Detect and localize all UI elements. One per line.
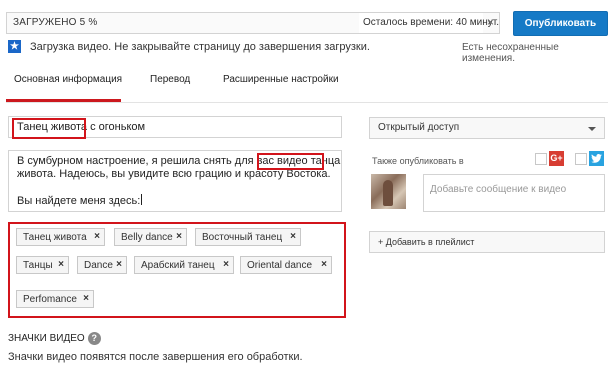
thumbnails-message: Значки видео появятся после завершения е…: [8, 351, 303, 363]
remove-tag-icon[interactable]: ×: [94, 231, 100, 242]
remove-tag-icon[interactable]: ×: [290, 231, 296, 242]
tag-label: Perfomance: [23, 294, 77, 305]
tag-label: Belly dance: [121, 232, 173, 243]
upload-notice: ★ Загрузка видео. Не закрывайте страницу…: [8, 40, 370, 53]
remove-tag-icon[interactable]: ×: [116, 259, 122, 270]
tag-label: Oriental dance: [247, 260, 313, 271]
description-highlight-box: [257, 153, 324, 170]
google-plus-icon: G+: [549, 151, 564, 166]
tab-basic-info[interactable]: Основная информация: [14, 74, 122, 85]
thumbnails-title: ЗНАЧКИ ВИДЕО: [8, 333, 85, 344]
tag-item: Арабский танец ×: [134, 256, 234, 274]
add-to-playlist-button[interactable]: + Добавить в плейлист: [369, 231, 605, 253]
remove-tag-icon[interactable]: ×: [83, 293, 89, 304]
star-icon: ★: [8, 40, 21, 53]
gplus-checkbox[interactable]: [535, 153, 547, 165]
chevron-down-icon: [588, 127, 596, 131]
tag-label: Танец живота: [23, 232, 87, 243]
avatar: [371, 174, 406, 209]
tag-item: Oriental dance ×: [240, 256, 332, 274]
unsaved-changes-text: Есть несохраненные изменения.: [462, 42, 559, 64]
remove-tag-icon[interactable]: ×: [58, 259, 64, 270]
title-highlight-box: [12, 118, 86, 139]
tabs-divider: [6, 102, 608, 103]
tag-item: Dance ×: [77, 256, 127, 274]
tags-field[interactable]: Танец живота × Belly dance × Восточный тан…: [8, 222, 346, 318]
tag-item: Восточный танец ×: [195, 228, 301, 246]
tag-item: Танец живота ×: [16, 228, 105, 246]
tab-advanced-settings[interactable]: Расширенные настройки: [223, 74, 339, 85]
tag-item: Perfomance ×: [16, 290, 94, 308]
tag-label: Арабский танец: [141, 260, 215, 271]
tag-label: Восточный танец: [202, 232, 283, 243]
tag-label: Танцы: [23, 260, 53, 271]
share-label: Также опубликовать в: [372, 156, 464, 166]
tab-translation[interactable]: Перевод: [150, 74, 190, 85]
help-icon[interactable]: ?: [87, 332, 101, 345]
upload-status: ЗАГРУЖЕНО 5 %: [13, 17, 98, 28]
remove-tag-icon[interactable]: ×: [321, 259, 327, 270]
time-remaining: Осталось времени: 40 минут.: [359, 13, 499, 33]
description-line1: В сумбурном настроение, я решила снять д…: [17, 155, 278, 167]
upload-progress-bar: ЗАГРУЖЕНО 5 % Осталось времени: 40 минут…: [6, 12, 500, 34]
text-caret: [141, 194, 143, 205]
tag-label: Dance: [84, 260, 113, 271]
tag-item: Танцы ×: [16, 256, 69, 274]
privacy-select[interactable]: Открытый доступ: [369, 117, 605, 139]
close-icon[interactable]: ×: [487, 15, 494, 29]
thumbnails-heading: ЗНАЧКИ ВИДЕО ?: [8, 332, 101, 345]
remove-tag-icon[interactable]: ×: [223, 259, 229, 270]
privacy-selected-value: Открытый доступ: [378, 122, 460, 133]
remove-tag-icon[interactable]: ×: [176, 231, 182, 242]
twitter-icon: [589, 151, 604, 166]
title-rest-text: с огоньком: [87, 121, 146, 133]
twitter-checkbox[interactable]: [575, 153, 587, 165]
upload-notice-text: Загрузка видео. Не закрывайте страницу д…: [30, 40, 370, 53]
share-message-input[interactable]: Добавьте сообщение к видео: [423, 174, 605, 212]
description-line3: Вы найдете меня здесь:: [17, 195, 141, 207]
publish-button[interactable]: Опубликовать: [513, 11, 608, 36]
tag-item: Belly dance ×: [114, 228, 187, 246]
